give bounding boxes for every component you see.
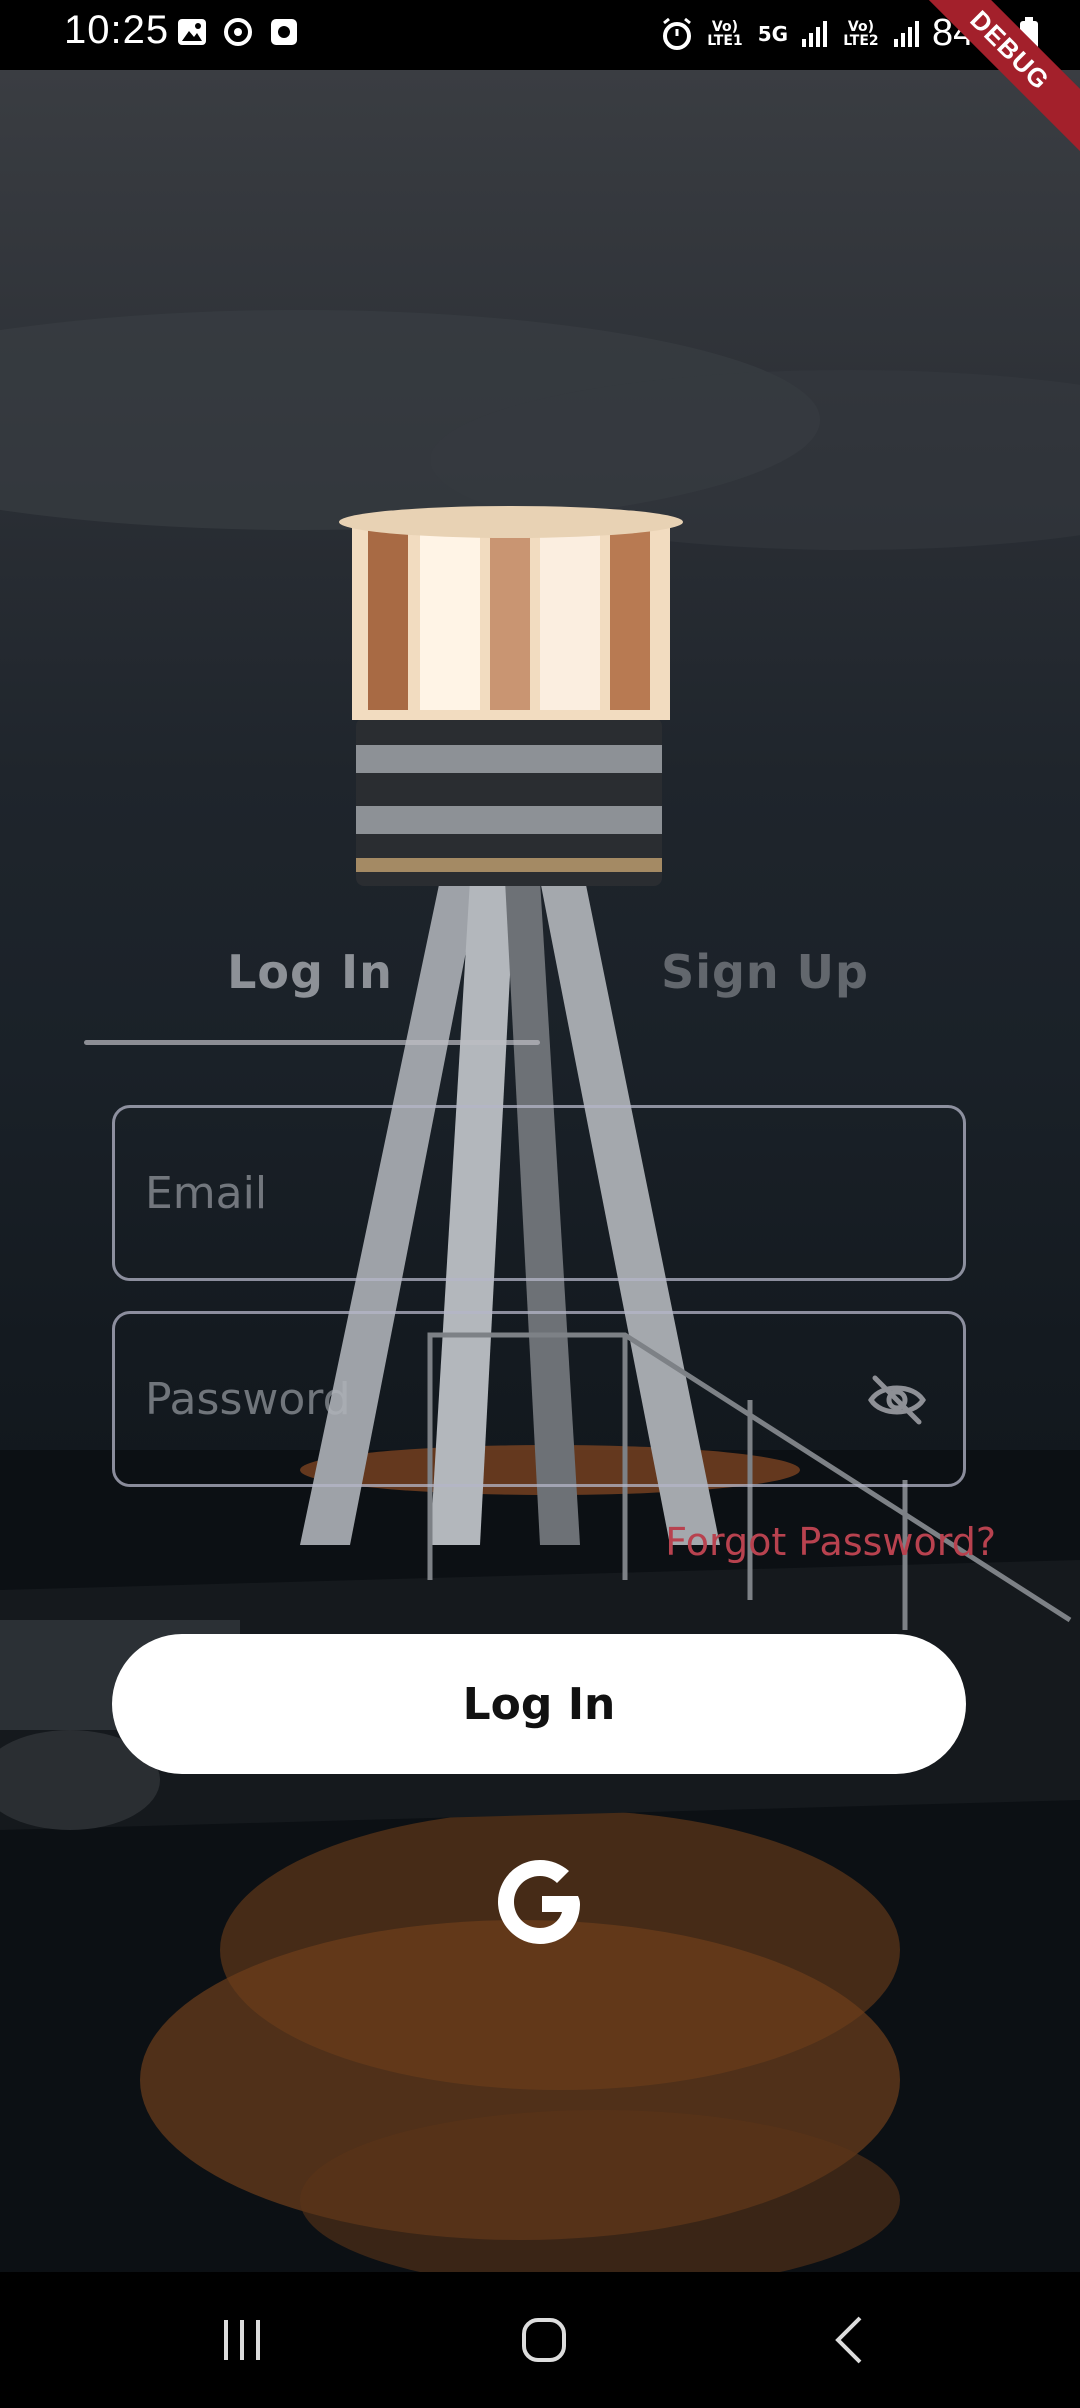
image-icon: [176, 16, 208, 48]
signal-icon: [801, 20, 827, 47]
password-field: [112, 1311, 966, 1487]
network-label: 5G: [757, 21, 789, 46]
recents-icon[interactable]: [212, 2310, 272, 2370]
email-input[interactable]: [145, 1108, 865, 1278]
forgot-password-link[interactable]: Forgot Password?: [665, 1520, 996, 1564]
login-screen: 10:25 Vo) LTE1 5G Vo) LTE2 84% DEBUG Log…: [0, 0, 1080, 2408]
sync-icon: [222, 16, 254, 48]
email-field: [112, 1105, 966, 1281]
sim1-label: Vo) LTE1: [707, 18, 743, 49]
signal-icon-2: [893, 20, 919, 47]
navigation-bar: [0, 2272, 1080, 2408]
notification-icons: [176, 16, 300, 48]
sim2-label: Vo) LTE2: [843, 18, 879, 49]
tab-indicator: [84, 1040, 540, 1045]
google-icon: [498, 1860, 580, 1944]
tab-login[interactable]: Log In: [85, 945, 535, 999]
back-icon[interactable]: [820, 2310, 880, 2370]
visibility-off-icon[interactable]: [867, 1372, 927, 1428]
password-input[interactable]: [145, 1314, 865, 1484]
app-icon: [268, 16, 300, 48]
status-bar: 10:25 Vo) LTE1 5G Vo) LTE2 84%: [0, 0, 1080, 70]
home-icon[interactable]: [514, 2310, 574, 2370]
google-signin-button[interactable]: [490, 1852, 590, 1952]
status-time: 10:25: [64, 8, 170, 52]
tab-signup[interactable]: Sign Up: [540, 945, 990, 999]
alarm-icon: [662, 17, 691, 50]
login-button[interactable]: Log In: [112, 1634, 966, 1774]
